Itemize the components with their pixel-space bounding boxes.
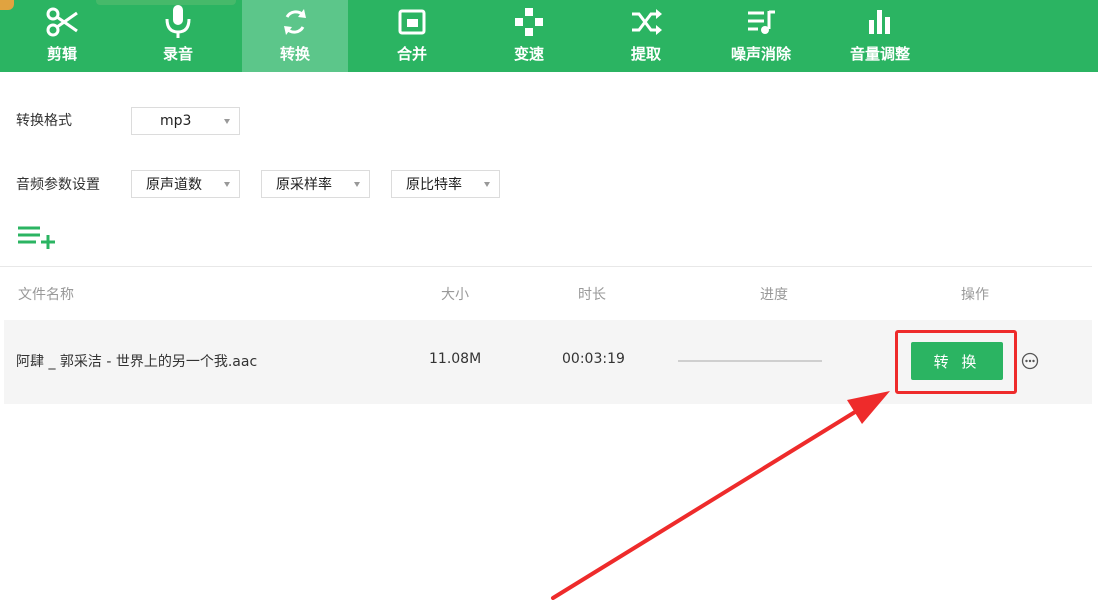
sample-rate-select-value: 原采样率 xyxy=(276,177,332,193)
header-progress: 进度 xyxy=(760,287,788,303)
audio-params-label: 音频参数设置 xyxy=(16,177,100,193)
header-file-name: 文件名称 xyxy=(18,287,74,303)
add-file-list-icon[interactable] xyxy=(16,224,58,250)
tool-extract[interactable]: 提取 xyxy=(593,0,699,72)
noise-removal-icon xyxy=(741,0,781,44)
speed-icon xyxy=(509,0,549,44)
volume-adjust-icon xyxy=(860,0,900,44)
chevron-down-icon xyxy=(354,182,360,187)
microphone-icon xyxy=(158,0,198,44)
format-label: 转换格式 xyxy=(16,113,72,129)
file-size-cell: 11.08M xyxy=(429,351,482,367)
table-divider xyxy=(0,266,1092,267)
channel-select[interactable]: 原声道数 xyxy=(131,170,240,198)
tool-noise-removal[interactable]: 噪声消除 xyxy=(708,0,814,72)
red-arrow-annotation xyxy=(551,391,890,600)
channel-select-value: 原声道数 xyxy=(146,177,202,193)
tool-volume-adjust[interactable]: 音量调整 xyxy=(827,0,933,72)
conversion-progress-bar xyxy=(678,360,822,362)
tool-merge[interactable]: 合并 xyxy=(359,0,465,72)
bitrate-select[interactable]: 原比特率 xyxy=(391,170,500,198)
more-options-icon[interactable] xyxy=(1021,352,1039,370)
file-name-cell: 阿肆 _ 郭采洁 - 世界上的另一个我.aac xyxy=(16,354,258,370)
bitrate-select-value: 原比特率 xyxy=(406,177,462,193)
sample-rate-select[interactable]: 原采样率 xyxy=(261,170,370,198)
chevron-down-icon xyxy=(224,182,230,187)
extract-icon xyxy=(626,0,666,44)
file-duration-cell: 00:03:19 xyxy=(562,351,625,367)
scissors-icon xyxy=(42,0,82,44)
convert-button[interactable]: 转 换 xyxy=(911,342,1003,380)
merge-icon xyxy=(392,0,432,44)
chevron-down-icon xyxy=(224,119,230,124)
chevron-down-icon xyxy=(484,182,490,187)
header-size: 大小 xyxy=(441,287,469,303)
convert-icon xyxy=(275,0,315,44)
format-select[interactable]: mp3 xyxy=(131,107,240,135)
header-duration: 时长 xyxy=(578,287,606,303)
tool-cut[interactable]: 剪辑 xyxy=(9,0,115,72)
main-toolbar: 剪辑 录音 转换 合并 变速 提取 噪声消除 音量调整 xyxy=(0,0,1098,72)
tool-speed[interactable]: 变速 xyxy=(476,0,582,72)
tool-convert[interactable]: 转换 xyxy=(242,0,348,72)
tool-record[interactable]: 录音 xyxy=(125,0,231,72)
header-action: 操作 xyxy=(961,287,989,303)
format-select-value: mp3 xyxy=(160,113,192,129)
